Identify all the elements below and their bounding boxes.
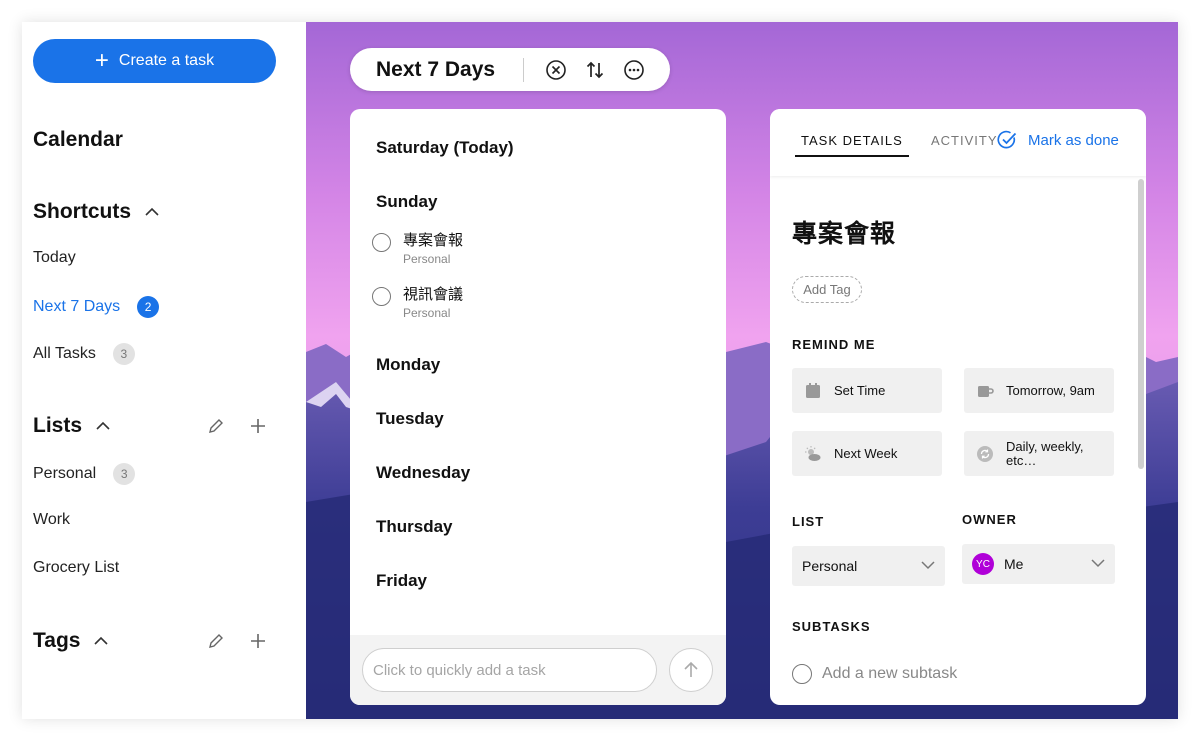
count-badge: 3 <box>113 463 136 485</box>
remind-option-label: Tomorrow, 9am <box>1006 382 1095 398</box>
remind-option-label: Next Week <box>834 445 898 461</box>
sidebar: + Create a task Calendar Shortcuts Today… <box>22 22 306 719</box>
task-detail-panel: TASK DETAILS ACTIVITY Mark as done 專案會報 … <box>770 109 1146 705</box>
chevron-down-icon <box>1091 559 1105 568</box>
tab-activity[interactable]: ACTIVITY <box>931 133 998 148</box>
quick-add-task-input[interactable] <box>362 648 657 692</box>
coffee-cup-icon <box>978 385 994 397</box>
remind-option-label: Daily, weekly, etc… <box>1006 438 1084 468</box>
shortcuts-heading[interactable]: Shortcuts <box>33 200 159 224</box>
subtasks-label: SUBTASKS <box>792 619 871 634</box>
chevron-up-icon[interactable] <box>96 421 110 431</box>
sidebar-item-label: Grocery List <box>33 559 120 576</box>
remind-tomorrow-button[interactable]: Tomorrow, 9am <box>964 368 1114 413</box>
list-select-value: Personal <box>802 558 858 574</box>
clear-view-close-circle-icon[interactable] <box>545 59 567 81</box>
chevron-up-icon[interactable] <box>145 207 159 217</box>
remind-me-label: REMIND ME <box>792 337 876 352</box>
add-tag-plus-icon[interactable] <box>248 631 268 651</box>
check-circle-icon <box>997 130 1017 149</box>
day-heading: Wednesday <box>376 463 471 482</box>
mark-as-done-label: Mark as done <box>1028 131 1119 149</box>
quick-add-bar <box>350 635 726 705</box>
calendar-icon <box>806 382 820 398</box>
subtask-radio[interactable] <box>792 664 812 684</box>
task-complete-radio[interactable] <box>372 233 391 252</box>
remind-next-week-button[interactable]: Next Week <box>792 431 942 476</box>
sidebar-item-all-tasks[interactable]: All Tasks 3 <box>33 343 135 365</box>
day-heading: Thursday <box>376 517 453 536</box>
task-item[interactable]: 專案會報 Personal <box>372 232 463 266</box>
detail-tab-bar: TASK DETAILS ACTIVITY Mark as done <box>770 109 1146 176</box>
plus-icon: + <box>94 47 109 74</box>
sidebar-item-label: Next 7 Days <box>33 298 121 315</box>
avatar: YC <box>972 553 994 575</box>
sidebar-item-today[interactable]: Today <box>33 249 76 267</box>
remind-set-time-button[interactable]: Set Time <box>792 368 942 413</box>
sidebar-item-personal[interactable]: Personal 3 <box>33 463 136 485</box>
sidebar-item-work[interactable]: Work <box>33 511 70 529</box>
remind-option-label: Set Time <box>834 382 886 398</box>
owner-select[interactable]: YC Me <box>962 544 1115 584</box>
calendar-heading[interactable]: Calendar <box>33 128 123 152</box>
shortcuts-label: Shortcuts <box>33 200 132 223</box>
remind-repeat-button[interactable]: Daily, weekly, etc… <box>964 431 1114 476</box>
list-label: LIST <box>792 514 825 529</box>
tags-heading[interactable]: Tags <box>33 629 109 653</box>
day-heading: Saturday (Today) <box>376 138 514 157</box>
task-list-name: Personal <box>403 306 451 320</box>
sidebar-item-label: All Tasks <box>33 345 96 362</box>
owner-select-value: Me <box>1004 556 1024 572</box>
add-subtask-input[interactable] <box>822 665 1122 683</box>
tab-task-details[interactable]: TASK DETAILS <box>801 133 903 148</box>
detail-scrollbar[interactable] <box>1138 179 1144 469</box>
sort-arrows-icon[interactable] <box>584 59 606 81</box>
add-list-plus-icon[interactable] <box>248 416 268 436</box>
sidebar-item-next-7-days[interactable]: Next 7 Days 2 <box>33 296 160 318</box>
task-complete-radio[interactable] <box>372 287 391 306</box>
arrow-up-icon <box>684 661 698 677</box>
list-select[interactable]: Personal <box>792 546 945 586</box>
task-list-name: Personal <box>403 252 451 266</box>
app-window: + Create a task Calendar Shortcuts Today… <box>22 22 1178 719</box>
task-item[interactable]: 視訊會議 Personal <box>372 286 463 320</box>
sidebar-item-label: Today <box>33 249 76 266</box>
chevron-down-icon <box>921 561 935 570</box>
week-planner-panel: Saturday (Today) Sunday 專案會報 Personal 視訊… <box>350 109 726 705</box>
create-task-button[interactable]: + Create a task <box>33 39 276 83</box>
create-task-label: Create a task <box>118 52 215 69</box>
repeat-icon <box>977 445 993 462</box>
day-heading: Sunday <box>376 192 438 211</box>
task-title[interactable]: 專案會報 <box>792 214 896 250</box>
task-name: 視訊會議 <box>403 286 464 303</box>
calendar-label: Calendar <box>33 128 123 151</box>
day-heading: Friday <box>376 571 428 590</box>
day-heading: Monday <box>376 355 441 374</box>
page-title: Next 7 Days <box>376 58 496 81</box>
day-heading: Tuesday <box>376 409 444 428</box>
sun-cloud-icon <box>805 445 821 461</box>
task-name: 專案會報 <box>403 232 464 249</box>
tags-label: Tags <box>33 629 81 652</box>
sidebar-item-label: Personal <box>33 465 97 482</box>
edit-tags-pencil-icon[interactable] <box>206 631 226 651</box>
lists-label: Lists <box>33 414 83 437</box>
lists-heading[interactable]: Lists <box>33 414 110 438</box>
edit-lists-pencil-icon[interactable] <box>206 416 226 436</box>
count-badge: 2 <box>137 296 160 318</box>
chevron-up-icon[interactable] <box>94 636 109 646</box>
owner-label: OWNER <box>962 512 1017 527</box>
active-tab-indicator <box>795 155 909 157</box>
header-divider <box>523 58 524 82</box>
mark-as-done-button[interactable]: Mark as done <box>996 129 1119 151</box>
add-subtask-row[interactable] <box>792 664 1122 684</box>
sidebar-item-grocery-list[interactable]: Grocery List <box>33 559 119 577</box>
add-tag-button[interactable]: Add Tag <box>792 276 862 303</box>
more-options-icon[interactable] <box>623 59 645 81</box>
sidebar-item-label: Work <box>33 511 71 528</box>
view-header: Next 7 Days <box>350 48 670 91</box>
count-badge: 3 <box>112 343 135 365</box>
submit-task-button[interactable] <box>669 648 713 692</box>
